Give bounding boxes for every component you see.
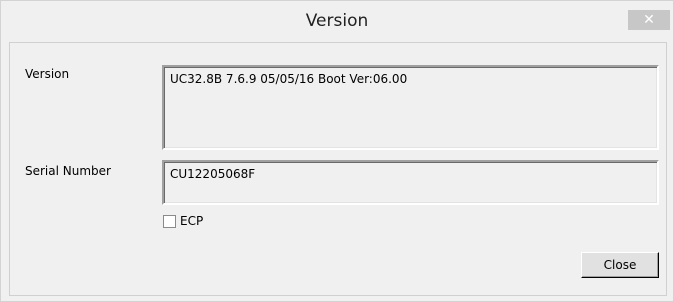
title-bar: Version ✕	[1, 1, 673, 42]
version-label: Version	[25, 67, 70, 81]
dialog-title: Version	[305, 11, 369, 31]
ecp-checkbox[interactable]	[163, 215, 176, 228]
close-icon[interactable]: ✕	[628, 10, 670, 30]
serial-number-label: Serial Number	[25, 164, 111, 178]
ecp-label: ECP	[180, 214, 204, 228]
close-button[interactable]: Close	[581, 252, 659, 278]
version-dialog: Version ✕ Version UC32.8B 7.6.9 05/05/16…	[0, 0, 674, 302]
version-field[interactable]: UC32.8B 7.6.9 05/05/16 Boot Ver:06.00	[162, 65, 659, 150]
dialog-body: Version UC32.8B 7.6.9 05/05/16 Boot Ver:…	[9, 42, 667, 296]
serial-number-field[interactable]: CU12205068F	[162, 160, 659, 205]
